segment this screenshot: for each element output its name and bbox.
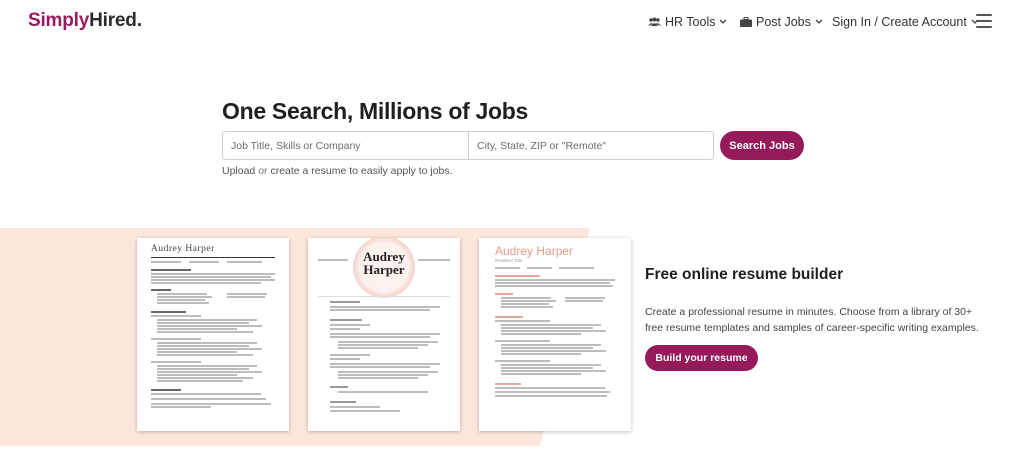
logo-simply: Simply [28,10,90,31]
build-resume-button[interactable]: Build your resume [645,345,758,371]
chevron-down-icon [720,19,727,24]
hero-title: One Search, Millions of Jobs [222,98,528,124]
resume-sample-3-name: Audrey Harper [495,244,574,258]
resume-sample-2[interactable]: Audrey Harper [308,238,460,431]
location-input[interactable] [469,132,713,159]
chevron-down-icon [815,19,823,24]
nav-sign-in-label: Sign In / Create Account [832,15,967,29]
nav-post-jobs-label: Post Jobs [756,15,811,29]
or-text: or [255,165,271,177]
nav-hr-tools[interactable]: HR Tools [648,15,727,29]
resume-builder-title: Free online resume builder [645,266,844,283]
logo-hired: Hired [89,10,137,31]
search-jobs-button[interactable]: Search Jobs [720,131,804,160]
search-form [222,131,714,160]
resume-sample-3[interactable]: Audrey Harper Resident Title [479,238,631,431]
upload-link[interactable]: Upload [222,165,255,177]
resume-sample-1[interactable]: Audrey Harper [137,238,289,431]
nav-post-jobs[interactable]: Post Jobs [740,15,823,29]
create-resume-link[interactable]: create a resume [270,165,346,177]
resume-builder-description: Create a professional resume in minutes.… [645,306,979,334]
resume-sample-2-name: Audrey Harper [363,249,405,277]
apply-text: to easily apply to jobs. [346,165,453,177]
site-header: SimplyHired. HR Tools Post Jobs Sign In … [0,0,1024,44]
briefcase-icon [740,17,752,27]
nav-hr-tools-label: HR Tools [665,15,716,29]
nav-sign-in[interactable]: Sign In / Create Account [832,15,979,29]
people-icon [648,17,661,26]
upload-resume-line: Upload or create a resume to easily appl… [222,165,453,177]
resume-sample-1-name: Audrey Harper [151,244,215,254]
resume-sample-3-subtitle: Resident Title [495,258,523,263]
hamburger-menu-icon[interactable] [976,14,992,28]
job-title-input[interactable] [223,132,469,159]
simplyhired-logo[interactable]: SimplyHired. [28,10,142,32]
logo-dot: . [136,10,142,31]
resume-builder-section: Audrey Harper Audrey Harper Audrey Harpe… [0,228,1024,446]
